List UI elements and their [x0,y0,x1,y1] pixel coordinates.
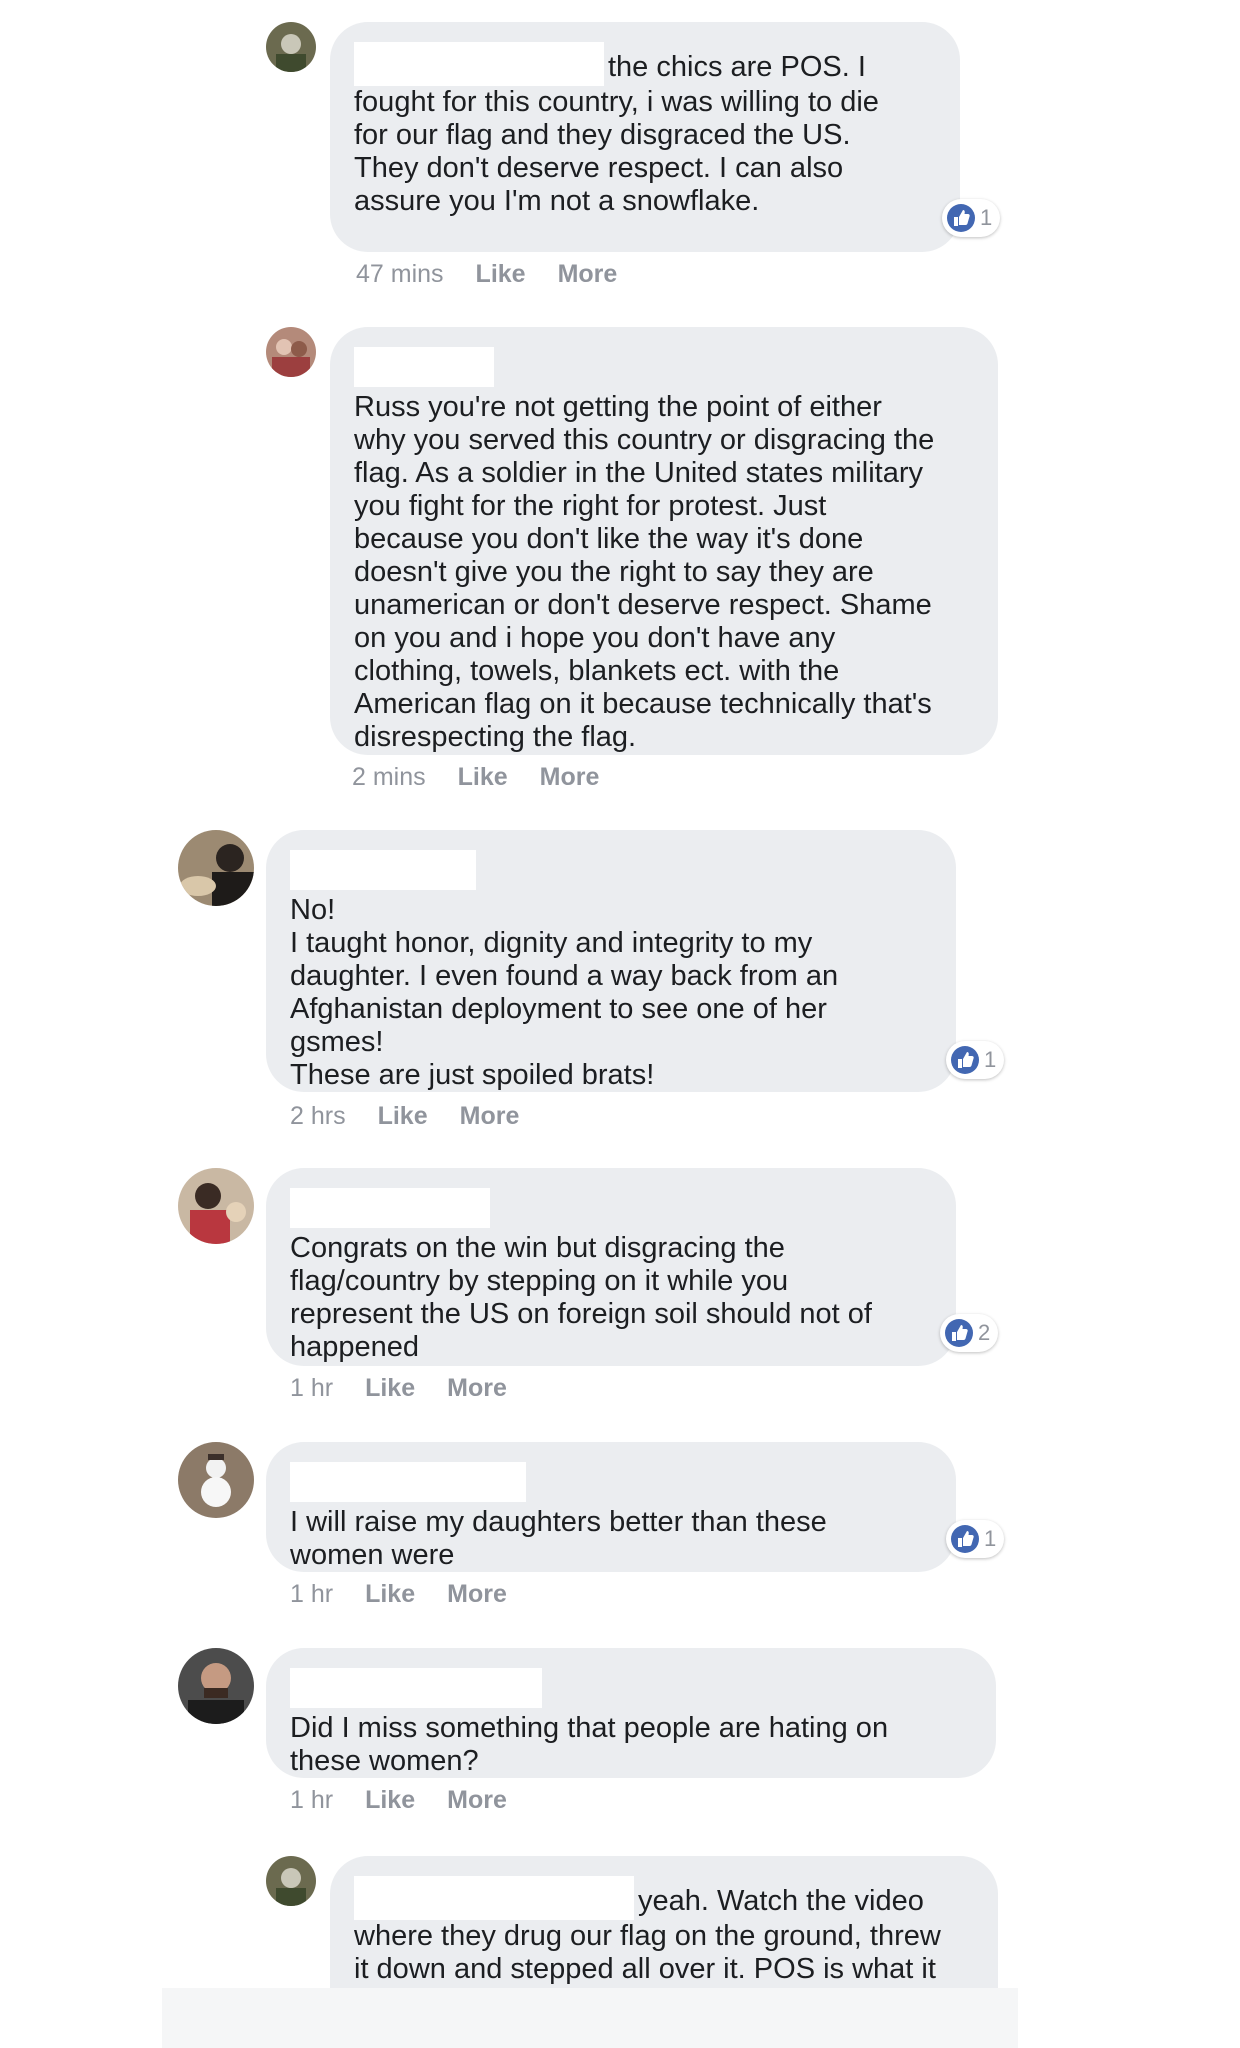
commenter-avatar[interactable] [178,830,254,906]
comment-bubble: the chics are POS. I fought for this cou… [330,22,960,252]
comment-meta: 1 hr Like More [290,1374,507,1403]
redacted-name [290,850,476,890]
comment-text: No! I taught honor, dignity and integrit… [290,894,839,1091]
more-link[interactable]: More [447,1580,507,1609]
more-link[interactable]: More [540,763,600,792]
commenter-avatar[interactable] [266,1856,316,1906]
reaction-count[interactable]: 2 [940,1314,999,1352]
comment-meta: 1 hr Like More [290,1580,507,1609]
reaction-count[interactable]: 1 [946,1520,1005,1558]
more-link[interactable]: More [460,1102,520,1131]
comment-text: Congrats on the win but disgracing the f… [290,1232,872,1363]
commenter-avatar[interactable] [178,1648,254,1724]
comment-text: fought for this country, i was willing t… [354,86,879,217]
commenter-avatar[interactable] [178,1168,254,1244]
comment-meta: 47 mins Like More [356,260,617,289]
reaction-number: 1 [980,205,993,230]
comment-timestamp: 47 mins [356,260,444,288]
comment-timestamp: 1 hr [290,1374,334,1402]
comment-text-first-line: yeah. Watch the video [638,1885,924,1917]
comment-meta: 2 hrs Like More [290,1102,519,1131]
comment-meta: 2 mins Like More [352,763,599,792]
more-link[interactable]: More [447,1786,507,1815]
reaction-number: 1 [984,1526,997,1551]
comment-text-first-line: the chics are POS. I [608,51,866,83]
like-link[interactable]: Like [458,763,508,792]
comment-bubble: Congrats on the win but disgracing the f… [266,1168,956,1366]
commenter-avatar[interactable] [266,22,316,72]
like-reaction-icon [951,1046,979,1074]
like-reaction-icon [951,1525,979,1553]
reaction-count[interactable]: 1 [946,1041,1005,1079]
comment-bubble: Russ you're not getting the point of eit… [330,327,998,755]
redacted-name [290,1462,526,1502]
composer-bar[interactable] [162,1988,1018,2048]
comment-timestamp: 2 mins [352,763,426,791]
commenter-avatar[interactable] [266,327,316,377]
comment-text: Russ you're not getting the point of eit… [354,391,935,753]
comment-text: where they drug our flag on the ground, … [354,1920,941,1985]
like-reaction-icon [947,204,975,232]
comment-timestamp: 1 hr [290,1786,334,1814]
like-reaction-icon [945,1319,973,1347]
comment-text: Did I miss something that people are hat… [290,1712,889,1777]
comment-timestamp: 2 hrs [290,1102,346,1130]
redacted-name [354,42,604,86]
comment-meta: 1 hr Like More [290,1786,507,1815]
reaction-number: 2 [978,1320,991,1345]
reaction-count[interactable]: 1 [942,199,1001,237]
more-link[interactable]: More [447,1374,507,1403]
like-link[interactable]: Like [365,1374,415,1403]
like-link[interactable]: Like [378,1102,428,1131]
like-link[interactable]: Like [476,260,526,289]
comment-bubble: yeah. Watch the video where they drug ou… [330,1856,998,1988]
reaction-number: 1 [984,1047,997,1072]
like-link[interactable]: Like [365,1580,415,1609]
comment-bubble: Did I miss something that people are hat… [266,1648,996,1778]
comment-bubble: I will raise my daughters better than th… [266,1442,956,1572]
redacted-name [354,347,494,387]
redacted-name [290,1188,490,1228]
redacted-name [290,1668,542,1708]
more-link[interactable]: More [558,260,618,289]
comment-text: I will raise my daughters better than th… [290,1506,827,1571]
like-link[interactable]: Like [365,1786,415,1815]
commenter-avatar[interactable] [178,1442,254,1518]
redacted-name [354,1876,634,1920]
comment-timestamp: 1 hr [290,1580,334,1608]
comment-bubble: No! I taught honor, dignity and integrit… [266,830,956,1092]
